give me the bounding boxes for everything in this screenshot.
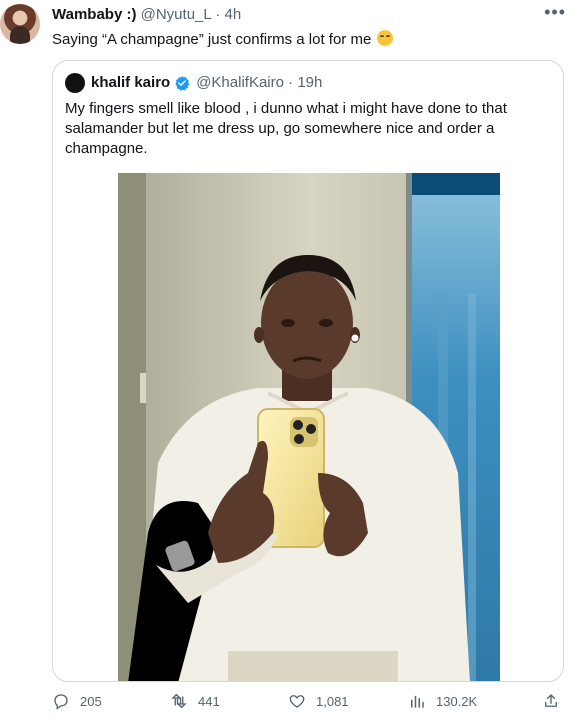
quoted-photo[interactable] [118, 173, 500, 681]
tweet-header: Wambaby :) @Nyutu_L · 4h [52, 6, 241, 24]
retweet-icon [171, 693, 187, 709]
tweet-text-content: Saying “A champagne” just confirms a lot… [52, 31, 372, 48]
view-count: 130.2K [436, 693, 478, 709]
timestamp[interactable]: 4h [225, 6, 242, 23]
quoted-handle: @KhalifKairo [196, 74, 284, 91]
avatar[interactable] [0, 4, 40, 44]
tweet[interactable]: Wambaby :) @Nyutu_L · 4h ••• Saying “A c… [0, 0, 586, 728]
retweet-button[interactable]: 441 [170, 692, 220, 710]
display-name[interactable]: Wambaby :) [52, 6, 136, 23]
more-horizontal-icon[interactable]: ••• [544, 2, 566, 23]
quoted-separator-dot: · [283, 74, 298, 91]
share-icon [545, 694, 557, 707]
views-button[interactable]: 130.2K [408, 692, 477, 710]
like-button[interactable]: 1,081 [288, 692, 349, 710]
quoted-text: My fingers smell like blood , i dunno wh… [65, 100, 507, 157]
reply-button[interactable]: 205 [52, 692, 102, 710]
like-count: 1,081 [316, 693, 349, 709]
verified-badge-icon [175, 76, 190, 91]
action-bar: 205 441 1,081 130.2K [52, 692, 564, 716]
shushing-face-emoji-icon [377, 30, 394, 46]
share-button[interactable] [542, 692, 570, 710]
handle[interactable]: @Nyutu_L [141, 6, 212, 23]
reply-count: 205 [80, 693, 102, 709]
mirror-selfie-illustration [118, 173, 500, 681]
retweet-count: 441 [198, 693, 220, 709]
analytics-icon [411, 695, 424, 708]
quoted-display-name: khalif kairo [91, 74, 171, 91]
quoted-header: khalif kairo @KhalifKairo · 19h [65, 73, 322, 93]
quoted-tweet[interactable]: khalif kairo @KhalifKairo · 19h My finge… [52, 60, 564, 682]
quoted-avatar [65, 73, 85, 93]
quoted-timestamp: 19h [297, 74, 323, 91]
heart-icon [289, 695, 305, 708]
separator-dot: · [215, 6, 221, 23]
reply-icon [54, 694, 68, 710]
tweet-text: Saying “A champagne” just confirms a lot… [52, 30, 394, 50]
